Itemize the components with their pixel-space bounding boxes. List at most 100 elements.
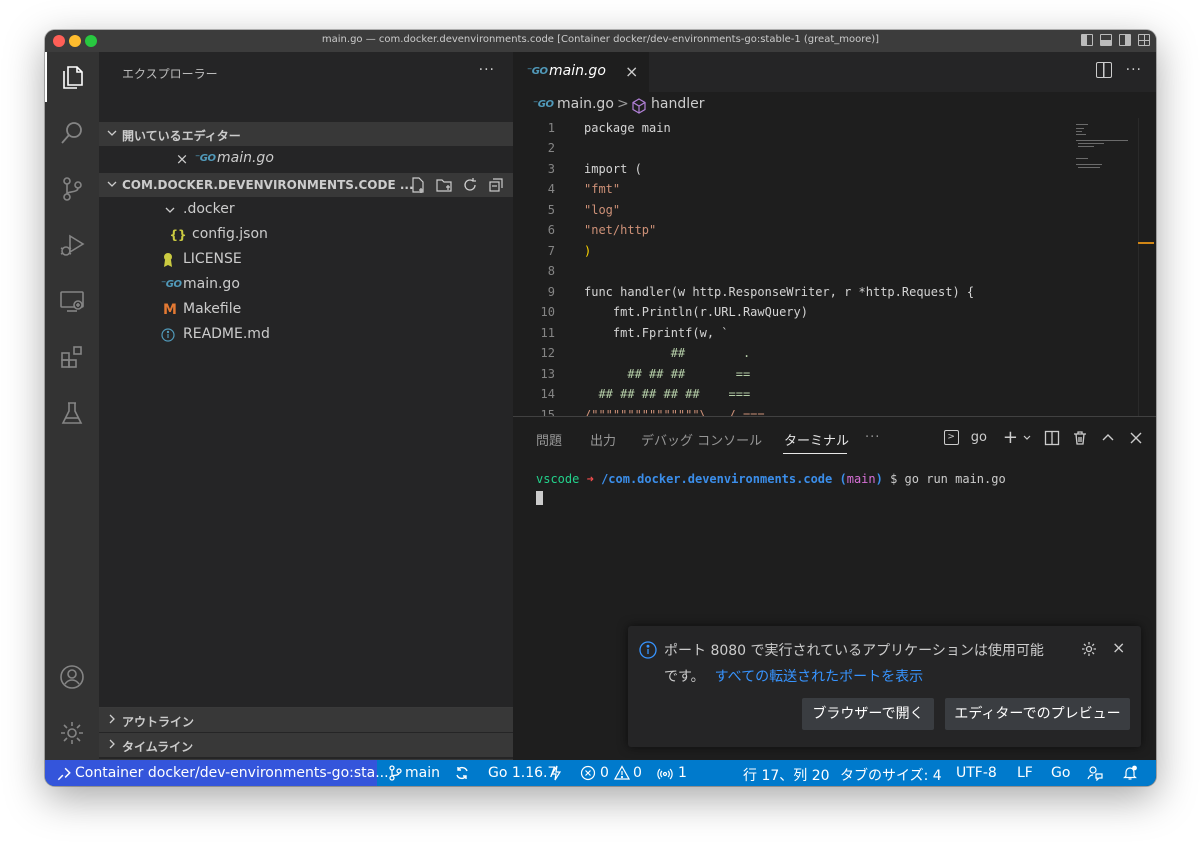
close-icon[interactable]: × (173, 151, 191, 167)
encoding[interactable]: UTF-8 (956, 765, 997, 781)
show-forwarded-ports-link[interactable]: すべての転送されたポートを表示 (715, 669, 923, 685)
terminal-user: vscode (536, 472, 580, 486)
minimap[interactable] (1068, 118, 1136, 416)
notification-message-cont: です。 すべての転送されたポートを表示 (664, 666, 923, 686)
terminal-icon: > (943, 430, 959, 445)
breadcrumb-symbol[interactable]: handler (651, 96, 704, 112)
remote-icon (57, 767, 71, 781)
ports-icon (657, 768, 673, 780)
run-debug-icon[interactable] (45, 220, 99, 270)
toggle-panel-icon[interactable] (1100, 34, 1112, 46)
tab-problems[interactable]: 問題 (536, 430, 562, 449)
tree-item-readme[interactable]: README.md (99, 323, 513, 348)
accounts-icon[interactable] (45, 652, 99, 702)
method-symbol-icon (632, 98, 646, 114)
remote-explorer-icon[interactable] (45, 276, 99, 326)
port-notification: ポート 8080 で実行されているアプリケーションは使用可能 です。 すべての転送… (628, 626, 1141, 747)
tree-item-label: .docker (183, 201, 235, 217)
terminal-output[interactable]: vscode ➜ /com.docker.devenvironments.cod… (536, 472, 1006, 486)
go-icon: ⁻GO (533, 99, 554, 110)
terminal-command: $ go run main.go (890, 472, 1006, 486)
trash-icon[interactable] (1072, 430, 1088, 446)
language-mode[interactable]: Go (1051, 765, 1070, 781)
warning-count[interactable]: 0 (633, 765, 642, 781)
open-in-browser-button[interactable]: ブラウザーで開く (802, 698, 934, 730)
tab-main-go[interactable]: ⁻GO main.go × (513, 52, 649, 92)
preview-in-editor-button[interactable]: エディターでのプレビュー (945, 698, 1130, 730)
panel-actions: > go + (943, 427, 1144, 448)
tree-item-main-go[interactable]: ⁻GO main.go (99, 273, 513, 298)
collapse-all-icon[interactable] (487, 176, 505, 194)
tree-item-makefile[interactable]: M Makefile (99, 298, 513, 323)
customize-layout-icon[interactable] (1138, 34, 1150, 46)
tree-item-label: Makefile (183, 301, 242, 317)
close-panel-icon[interactable] (1128, 430, 1144, 446)
code-line: fmt.Fprintf(w, ` (584, 326, 729, 340)
tab-debug-console[interactable]: デバッグ コンソール (641, 430, 762, 449)
terminal-name[interactable]: go (971, 430, 987, 445)
outline-section[interactable]: アウトライン (99, 708, 513, 732)
chevron-down-icon[interactable] (1022, 433, 1032, 443)
chevron-right-icon (109, 739, 115, 749)
code-line: ## ## ## ## ## === (584, 387, 751, 401)
split-editor-icon[interactable] (1095, 62, 1112, 78)
open-editor-name: main.go (217, 150, 274, 166)
search-icon[interactable] (45, 108, 99, 158)
code-editor[interactable]: 1 package main 2 3 import ( 4 "fmt" 5 "log" … (513, 118, 1068, 416)
cursor-position[interactable]: 行 17、列 20 (743, 765, 830, 785)
panel-more-tabs[interactable]: ··· (865, 430, 880, 445)
tree-item-license[interactable]: LICENSE (99, 248, 513, 273)
forwarded-ports-count[interactable]: 1 (678, 765, 687, 781)
extensions-icon[interactable] (45, 332, 99, 382)
refresh-icon[interactable] (461, 176, 479, 194)
editor-scrollbar[interactable] (1138, 118, 1152, 416)
end-of-line[interactable]: LF (1017, 765, 1033, 781)
feedback-icon[interactable] (1087, 765, 1103, 781)
split-terminal-icon[interactable] (1044, 430, 1060, 446)
tree-item-docker-folder[interactable]: .docker (99, 198, 513, 223)
error-count[interactable]: 0 (600, 765, 609, 781)
breadcrumb-file[interactable]: main.go (557, 96, 614, 112)
line-number: 1 (547, 121, 555, 135)
new-folder-icon[interactable] (435, 176, 453, 194)
testing-icon[interactable] (45, 388, 99, 438)
go-version[interactable]: Go 1.16.7 (488, 765, 556, 781)
new-file-icon[interactable] (409, 176, 427, 194)
notifications-bell-icon[interactable] (1122, 765, 1138, 781)
json-icon: {} (169, 228, 187, 242)
open-editors-section[interactable]: 開いているエディター (99, 122, 513, 146)
tree-item-label: LICENSE (183, 251, 242, 267)
code-line: ## ## ## == (584, 367, 751, 381)
tab-output[interactable]: 出力 (590, 430, 616, 449)
panel-tabs: 問題 出力 デバッグ コンソール ターミナル ··· > go + (513, 417, 1156, 457)
chevron-down-icon (107, 181, 117, 187)
sidebar-more-actions[interactable]: ··· (479, 62, 495, 78)
project-section[interactable]: COM.DOCKER.DEVENVIRONMENTS.CODE ... (99, 173, 513, 197)
line-number: 3 (547, 162, 555, 176)
tree-item-config-json[interactable]: {} config.json (99, 223, 513, 248)
explorer-icon[interactable] (45, 52, 99, 102)
git-branch[interactable]: main (405, 765, 440, 781)
tab-terminal[interactable]: ターミナル (784, 430, 849, 449)
gear-icon[interactable] (1080, 640, 1098, 658)
editor-more-actions[interactable]: ··· (1126, 62, 1142, 78)
line-number: 4 (547, 182, 555, 196)
manage-gear-icon[interactable] (45, 708, 99, 758)
close-notification-icon[interactable]: × (1112, 638, 1125, 657)
close-tab-icon[interactable]: × (625, 62, 638, 81)
toggle-secondary-sidebar-icon[interactable] (1119, 34, 1131, 46)
open-editor-item[interactable]: × ⁻GO main.go (99, 147, 513, 172)
toggle-sidebar-icon[interactable] (1081, 34, 1093, 46)
line-number: 10 (540, 305, 555, 319)
new-terminal-icon[interactable]: + (1003, 427, 1018, 448)
line-number: 13 (540, 367, 555, 381)
tab-size[interactable]: タブのサイズ: 4 (840, 765, 942, 785)
editor-actions: ··· (1095, 62, 1142, 78)
sync-icon[interactable] (454, 765, 470, 781)
chevron-up-icon[interactable] (1100, 430, 1116, 446)
remote-indicator[interactable]: Container docker/dev-environments-go:sta… (45, 760, 389, 786)
chevron-down-icon (107, 130, 117, 136)
go-icon: ⁻GO (195, 153, 216, 164)
source-control-icon[interactable] (45, 164, 99, 214)
timeline-section[interactable]: タイムライン (99, 733, 513, 757)
